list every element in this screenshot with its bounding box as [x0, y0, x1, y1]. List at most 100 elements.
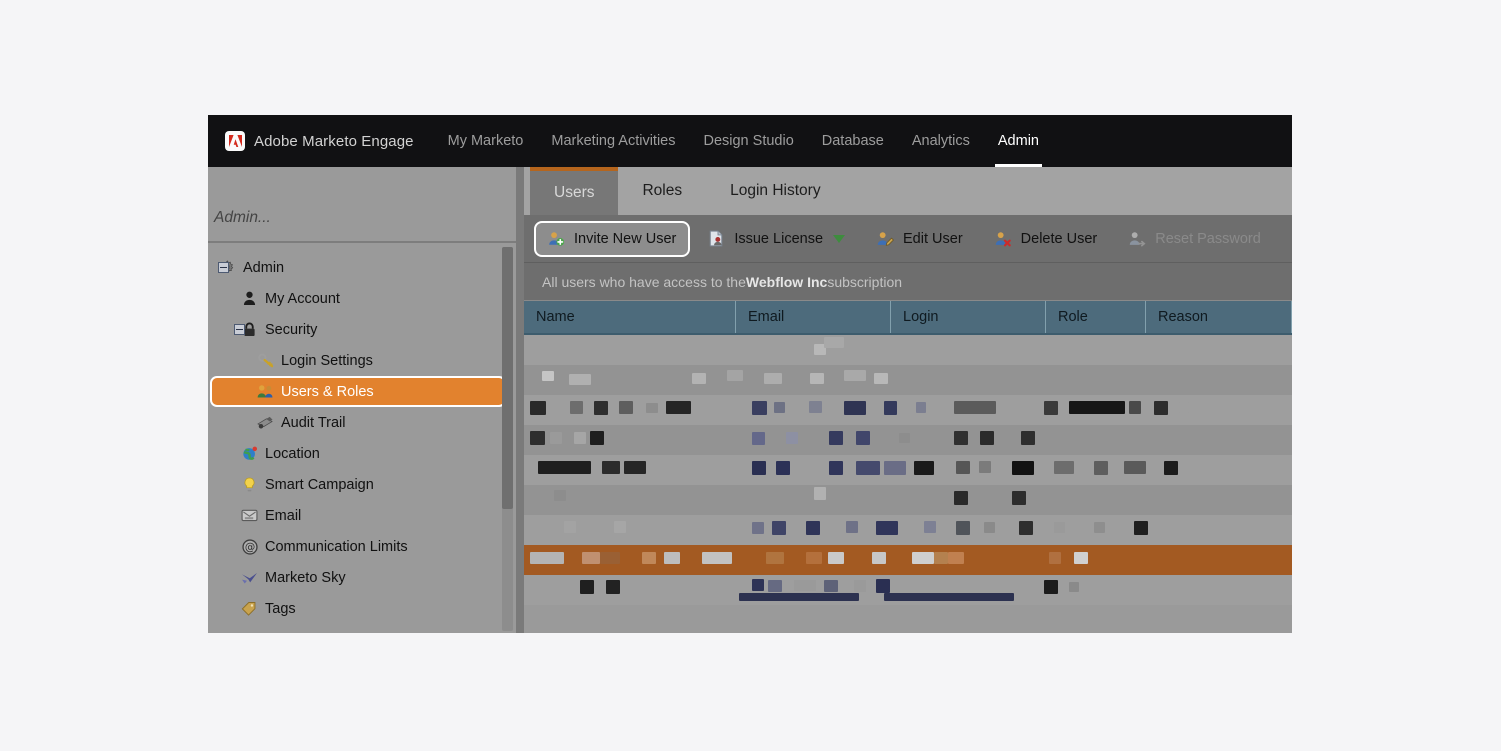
tab-users[interactable]: Users: [530, 167, 619, 215]
sidebar-item-location[interactable]: Location: [208, 438, 516, 469]
sidebar-item-security[interactable]: Security: [208, 314, 516, 345]
sidebar-item-my-account[interactable]: My Account: [208, 283, 516, 314]
tab-bar: Users Roles Login History: [524, 167, 1292, 215]
tab-login-history[interactable]: Login History: [706, 167, 844, 215]
tree-collapse-icon[interactable]: [234, 324, 245, 335]
users-table-body: [524, 335, 1292, 605]
table-row[interactable]: [524, 575, 1292, 605]
sidebar-item-tags[interactable]: Tags: [208, 593, 516, 624]
redaction-block: [752, 579, 764, 591]
toolbar-delete-user-button[interactable]: Delete User: [981, 221, 1112, 257]
sidebar-item-label: Audit Trail: [281, 414, 346, 431]
chevron-down-icon[interactable]: [833, 234, 846, 243]
nav-item-database[interactable]: Database: [808, 115, 898, 167]
redaction-block: [884, 461, 906, 475]
redaction-block: [574, 432, 586, 444]
sidebar-scrollbar[interactable]: [502, 247, 513, 631]
redaction-block: [1074, 552, 1088, 564]
column-header-role[interactable]: Role: [1046, 301, 1146, 333]
nav-item-design-studio[interactable]: Design Studio: [689, 115, 807, 167]
sidebar-scrollbar-thumb[interactable]: [502, 247, 513, 509]
table-row[interactable]: [524, 395, 1292, 425]
toolbar-invite-new-user-button[interactable]: Invite New User: [534, 220, 691, 257]
tag-icon: [240, 601, 259, 616]
column-header-name[interactable]: Name: [524, 301, 736, 333]
table-row[interactable]: [524, 365, 1292, 395]
nav-item-my-marketo[interactable]: My Marketo: [434, 115, 538, 167]
user-delete-icon: [995, 230, 1012, 247]
redacted-cell-content: [524, 455, 1292, 485]
admin-tree: Admin My Account Security Login Settings Use…: [208, 243, 516, 633]
redaction-block: [772, 521, 786, 535]
redaction-block: [794, 580, 816, 591]
sidebar-item-marketo-sky[interactable]: Marketo Sky: [208, 562, 516, 593]
redaction-block: [1012, 491, 1026, 505]
sidebar-item-email[interactable]: Email: [208, 500, 516, 531]
redaction-block: [768, 580, 782, 592]
nav-items: My Marketo Marketing Activities Design Stu…: [434, 115, 1053, 167]
main-panel: Users Roles Login History Invite New User I…: [524, 167, 1292, 633]
redaction-block: [590, 431, 604, 445]
table-row[interactable]: [524, 425, 1292, 455]
nav-item-label: Marketing Activities: [551, 133, 676, 149]
redaction-block: [1154, 401, 1168, 415]
redaction-block: [954, 431, 968, 445]
column-header-reason[interactable]: Reason: [1146, 301, 1292, 333]
lightbulb-icon: [240, 477, 259, 493]
toolbar-edit-user-button[interactable]: Edit User: [863, 221, 977, 257]
redaction-block: [934, 552, 948, 564]
toolbar-button-label: Delete User: [1020, 230, 1098, 247]
column-header-email[interactable]: Email: [736, 301, 891, 333]
sidebar-item-users-roles[interactable]: Users & Roles: [210, 376, 506, 407]
table-row[interactable]: [524, 545, 1292, 575]
sidebar-item-audit-trail[interactable]: Audit Trail: [208, 407, 516, 438]
table-row[interactable]: [524, 335, 1292, 365]
nav-item-analytics[interactable]: Analytics: [898, 115, 984, 167]
table-row[interactable]: [524, 485, 1292, 515]
sidebar-item-label: Admin: [243, 259, 285, 276]
redaction-block: [550, 432, 562, 444]
sidebar-search[interactable]: Admin...: [208, 167, 516, 243]
table-row[interactable]: [524, 455, 1292, 485]
redaction-block: [752, 522, 764, 534]
sidebar-item-label: Smart Campaign: [265, 476, 374, 493]
redaction-block: [846, 521, 858, 533]
redaction-block: [884, 401, 897, 415]
column-header-label: Email: [748, 309, 785, 325]
redaction-block: [642, 552, 656, 564]
table-row[interactable]: [524, 515, 1292, 545]
redaction-block: [564, 521, 576, 533]
column-header-login[interactable]: Login: [891, 301, 1046, 333]
tab-label: Roles: [642, 182, 683, 199]
redaction-block: [619, 401, 633, 414]
nav-item-marketing-activities[interactable]: Marketing Activities: [537, 115, 689, 167]
users-toolbar: Invite New User Issue License Edit User Del…: [524, 215, 1292, 263]
nav-item-label: My Marketo: [447, 133, 524, 149]
toolbar-issue-license-button[interactable]: Issue License: [694, 221, 859, 257]
sidebar-item-communication-limits[interactable]: @ Communication Limits: [208, 531, 516, 562]
redacted-cell-content: [524, 515, 1292, 545]
redaction-block: [872, 552, 886, 564]
redaction-block: [912, 552, 934, 564]
redacted-cell-content: [524, 335, 1292, 365]
redaction-block: [569, 374, 591, 385]
nav-item-label: Admin: [997, 133, 1039, 149]
redaction-block: [602, 461, 620, 474]
tab-roles[interactable]: Roles: [618, 167, 706, 215]
redaction-block: [580, 580, 594, 594]
sidebar-item-label: Security: [265, 321, 318, 338]
column-header-label: Login: [903, 309, 939, 325]
tree-collapse-icon[interactable]: [218, 262, 229, 273]
sidebar-item-smart-campaign[interactable]: Smart Campaign: [208, 469, 516, 500]
redaction-block: [646, 403, 658, 413]
redaction-block: [1124, 461, 1146, 474]
redaction-block: [702, 552, 732, 564]
nav-item-admin[interactable]: Admin: [984, 115, 1053, 167]
redaction-block: [554, 490, 566, 501]
redaction-block: [954, 401, 996, 414]
redaction-block: [1164, 461, 1178, 475]
nav-item-label: Design Studio: [703, 133, 794, 149]
redaction-block: [809, 401, 822, 413]
sidebar-item-login-settings[interactable]: Login Settings: [208, 345, 516, 376]
sidebar-item-admin[interactable]: Admin: [208, 252, 516, 283]
